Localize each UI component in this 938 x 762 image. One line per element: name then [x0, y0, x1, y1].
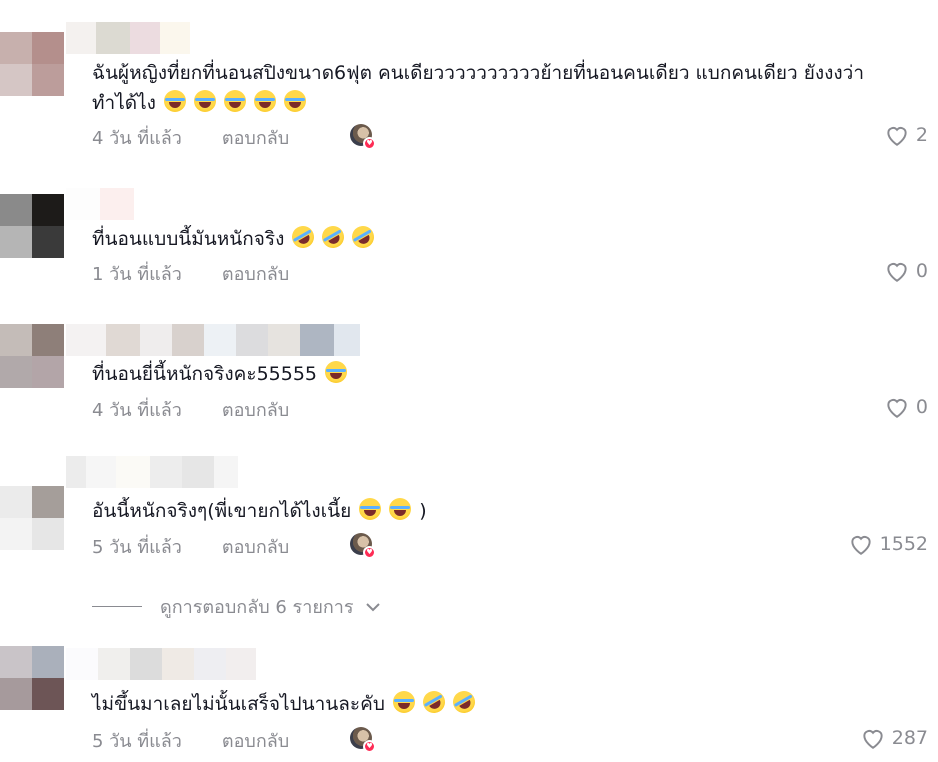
avatar[interactable] [0, 32, 64, 96]
username-blurred[interactable] [66, 22, 190, 54]
rolling-on-floor-laughing-icon [448, 686, 479, 718]
reply-button[interactable]: ตอบกลับ [222, 395, 289, 424]
like-button[interactable]: 287 [860, 726, 928, 750]
like-button[interactable]: 1552 [848, 532, 928, 556]
heart-icon [863, 730, 883, 749]
face-with-tears-of-joy-icon [253, 90, 276, 112]
username-blurred[interactable] [66, 188, 134, 220]
face-with-tears-of-joy-icon [193, 90, 216, 112]
face-with-tears-of-joy-icon [283, 90, 306, 112]
rolling-on-floor-laughing-icon [348, 221, 379, 253]
like-button[interactable]: 0 [884, 259, 928, 283]
comment-time: 1 วัน ที่แล้ว [92, 264, 182, 285]
face-with-tears-of-joy-icon [392, 691, 415, 713]
like-count: 0 [915, 260, 928, 282]
avatar[interactable] [0, 194, 64, 258]
username-blurred[interactable] [66, 456, 238, 488]
username-blurred[interactable] [66, 648, 256, 680]
comment-meta: 1 วัน ที่แล้ว ตอบกลับ [92, 259, 289, 288]
comment-text: ไม่ขึ้นมาเลยไม่นั้นเสร็จไปนานละคับ [92, 686, 479, 719]
comment-text: อันนี้หนักจริงๆ(พี่เขายกได้ไงเนี้ย) [92, 498, 427, 522]
rolling-on-floor-laughing-icon [288, 221, 319, 253]
divider-line [92, 606, 142, 607]
username-blurred[interactable] [66, 324, 360, 356]
reply-button[interactable]: ตอบกลับ [222, 259, 289, 288]
like-button[interactable]: 2 [884, 123, 928, 147]
avatar[interactable] [0, 486, 64, 550]
heart-icon [850, 536, 871, 555]
face-with-tears-of-joy-icon [325, 361, 348, 383]
view-replies-label: ดูการตอบกลับ 6 รายการ [160, 597, 354, 618]
comment-text: ที่นอนยี่นี้หนักจริงคะ55555 [92, 359, 348, 389]
comment-meta: 5 วัน ที่แล้ว ตอบกลับ [92, 532, 289, 561]
view-replies-button[interactable]: ดูการตอบกลับ 6 รายการ [92, 592, 382, 621]
like-button[interactable]: 0 [884, 395, 928, 419]
comment-meta: 5 วัน ที่แล้ว ตอบกลับ [92, 726, 289, 755]
comment-time: 4 วัน ที่แล้ว [92, 128, 182, 149]
like-count: 1552 [879, 533, 928, 555]
heart-icon [887, 399, 907, 418]
reply-button[interactable]: ตอบกลับ [222, 726, 289, 755]
reply-button[interactable]: ตอบกลับ [222, 123, 289, 152]
comment-meta: 4 วัน ที่แล้ว ตอบกลับ [92, 395, 289, 424]
face-with-tears-of-joy-icon [359, 498, 382, 520]
creator-liked-icon: ♥ [350, 533, 376, 559]
face-with-tears-of-joy-icon [389, 498, 412, 520]
comment-time: 5 วัน ที่แล้ว [92, 731, 182, 752]
heart-icon [887, 263, 907, 282]
like-count: 0 [915, 396, 928, 418]
face-with-tears-of-joy-icon [223, 90, 246, 112]
comment-text: ฉันผู้หญิงที่ยกที่นอนสปิงขนาด6ฟุต คนเดีย… [92, 62, 865, 114]
avatar[interactable] [0, 646, 64, 710]
creator-liked-icon: ♥ [350, 124, 376, 150]
rolling-on-floor-laughing-icon [318, 221, 349, 253]
rolling-on-floor-laughing-icon [418, 686, 449, 718]
like-count: 287 [891, 727, 928, 749]
avatar[interactable] [0, 324, 64, 388]
heart-icon [887, 127, 907, 146]
comment-text: ที่นอนแบบนี้มันหนักจริง [92, 221, 379, 254]
comment-meta: 4 วัน ที่แล้ว ตอบกลับ [92, 123, 289, 152]
chevron-down-icon [365, 602, 380, 611]
comment-time: 4 วัน ที่แล้ว [92, 400, 182, 421]
like-count: 2 [915, 124, 928, 146]
reply-button[interactable]: ตอบกลับ [222, 532, 289, 561]
comment-time: 5 วัน ที่แล้ว [92, 537, 182, 558]
creator-liked-icon: ♥ [350, 727, 376, 753]
face-with-tears-of-joy-icon [163, 90, 186, 112]
